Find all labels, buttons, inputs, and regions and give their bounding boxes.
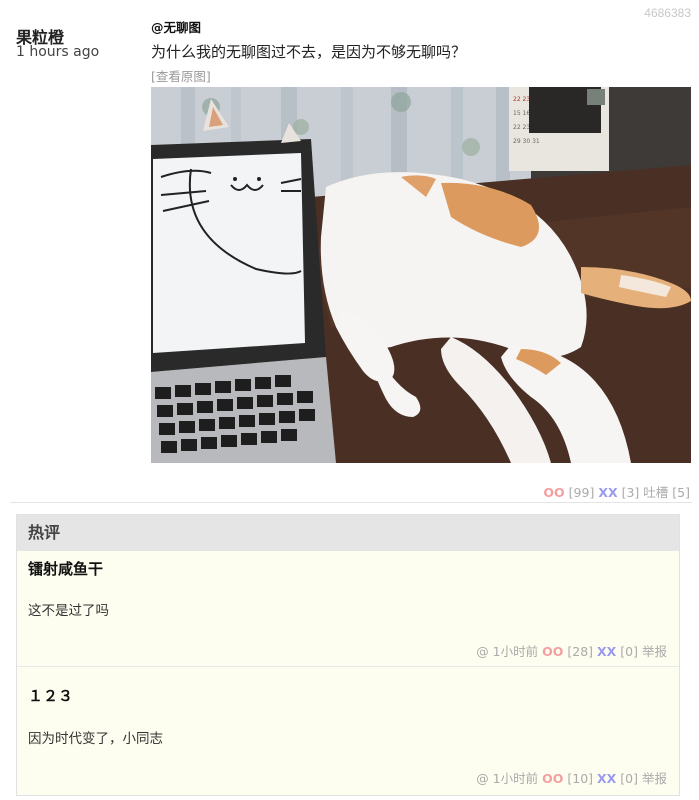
cat-laptop-photo: 22 23 24 25 15 16 17 18 22 23 24 25 29 3…	[151, 87, 691, 463]
post-category-tag[interactable]: @无聊图	[151, 17, 201, 36]
comment-divider	[17, 666, 679, 667]
comment-xx-button[interactable]: XX	[597, 644, 616, 659]
post-image[interactable]: 22 23 24 25 15 16 17 18 22 23 24 25 29 3…	[151, 87, 691, 463]
comment-meta: @ 1小时前 OO [28] XX [0] 举报	[476, 641, 667, 660]
comment-xx-button[interactable]: XX	[597, 771, 616, 786]
report-button[interactable]: 举报	[642, 771, 667, 786]
report-button[interactable]: 举报	[642, 644, 667, 659]
reply-at-button[interactable]: @	[476, 771, 489, 786]
svg-text:29 30 31: 29 30 31	[513, 138, 540, 145]
vote-oo-button[interactable]: OO	[543, 485, 564, 500]
tucao-count: [5]	[672, 485, 690, 500]
hot-comments-panel: 热评 镭射咸鱼干 这不是过了吗 @ 1小时前 OO [28] XX [0] 举报…	[16, 514, 680, 796]
comment-oo-count: [10]	[567, 771, 594, 786]
reply-at-button[interactable]: @	[476, 644, 489, 659]
comment-text: 这不是过了吗	[28, 603, 109, 619]
vote-xx-count: [3]	[621, 485, 640, 500]
comment-xx-count: [0]	[620, 644, 638, 659]
post-text: 为什么我的无聊图过不去，是因为不够无聊吗？	[151, 43, 467, 61]
view-original-link[interactable]: [查看原图]	[151, 66, 211, 85]
comment-xx-count: [0]	[620, 771, 638, 786]
comment-oo-count: [28]	[567, 644, 594, 659]
divider	[10, 502, 692, 503]
tucao-button[interactable]: 吐槽	[643, 485, 668, 500]
comment-author[interactable]: １２３	[28, 685, 73, 706]
vote-xx-button[interactable]: XX	[598, 485, 617, 500]
comment-text: 因为时代变了，小同志	[28, 731, 163, 747]
hot-comments-title: 热评	[17, 515, 679, 551]
comment-author[interactable]: 镭射咸鱼干	[28, 558, 103, 579]
post-vote-bar: OO [99] XX [3] 吐槽 [5]	[543, 482, 690, 501]
post-time: 1 hours ago	[16, 44, 100, 60]
post-id: 4686383	[644, 6, 691, 20]
comment-oo-button[interactable]: OO	[542, 644, 563, 659]
vote-oo-count: [99]	[568, 485, 595, 500]
comment-time: 1小时前	[492, 644, 539, 659]
comment-time: 1小时前	[492, 771, 539, 786]
comment-meta: @ 1小时前 OO [10] XX [0] 举报	[476, 768, 667, 787]
comment-oo-button[interactable]: OO	[542, 771, 563, 786]
